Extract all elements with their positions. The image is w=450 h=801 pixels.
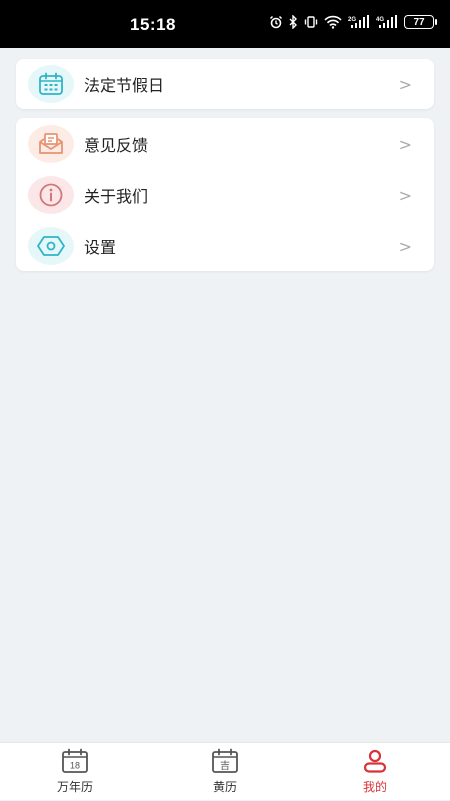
- tab-mine[interactable]: 我的: [300, 743, 450, 801]
- menu-item-about[interactable]: 关于我们 >: [16, 170, 434, 220]
- menu-item-label: 设置: [84, 238, 117, 257]
- svg-text:18: 18: [70, 761, 80, 771]
- status-bar: 15:18 2G 4G 77: [0, 0, 450, 48]
- calendar-18-icon: 18: [61, 748, 89, 774]
- holiday-card: 法定节假日 >: [16, 59, 434, 109]
- tab-label: 黄历: [212, 780, 237, 794]
- menu-item-holidays[interactable]: 法定节假日 >: [16, 59, 434, 109]
- alarm-icon: [269, 15, 283, 29]
- menu-item-label: 意见反馈: [84, 136, 149, 155]
- tab-label: 我的: [362, 780, 387, 794]
- svg-text:2G: 2G: [348, 17, 356, 23]
- status-icons: 2G 4G 77: [269, 15, 437, 29]
- menu-item-feedback[interactable]: 意见反馈 >: [16, 119, 434, 169]
- mail-icon: [28, 125, 74, 163]
- tab-almanac[interactable]: 吉 黄历: [150, 743, 300, 801]
- calendar-icon: [28, 65, 74, 103]
- bluetooth-icon: [289, 15, 298, 29]
- status-time: 15:18: [130, 15, 176, 34]
- tab-calendar[interactable]: 18 万年历: [0, 743, 150, 801]
- tab-label: 万年历: [56, 780, 93, 794]
- menu-card: 意见反馈 > 关于我们 > 设置 >: [16, 118, 434, 271]
- svg-text:4G: 4G: [376, 17, 384, 23]
- signal-2g-icon: 2G: [348, 15, 370, 29]
- info-icon: [28, 176, 74, 214]
- vibrate-icon: [304, 15, 318, 29]
- menu-item-label: 法定节假日: [84, 76, 165, 95]
- almanac-icon: 吉: [211, 748, 239, 774]
- chevron-right-icon: >: [398, 74, 412, 94]
- menu-item-label: 关于我们: [84, 187, 149, 206]
- menu-item-settings[interactable]: 设置 >: [16, 221, 434, 271]
- svg-text:吉: 吉: [220, 760, 230, 772]
- settings-icon: [28, 227, 74, 265]
- chevron-right-icon: >: [398, 236, 412, 256]
- signal-4g-icon: 4G: [376, 15, 398, 29]
- battery-indicator: 77: [404, 15, 437, 29]
- chevron-right-icon: >: [398, 134, 412, 154]
- wifi-icon: [324, 15, 342, 29]
- user-icon: [362, 748, 388, 774]
- chevron-right-icon: >: [398, 185, 412, 205]
- bottom-tab-bar: 18 万年历 吉 黄历 我的: [0, 742, 450, 800]
